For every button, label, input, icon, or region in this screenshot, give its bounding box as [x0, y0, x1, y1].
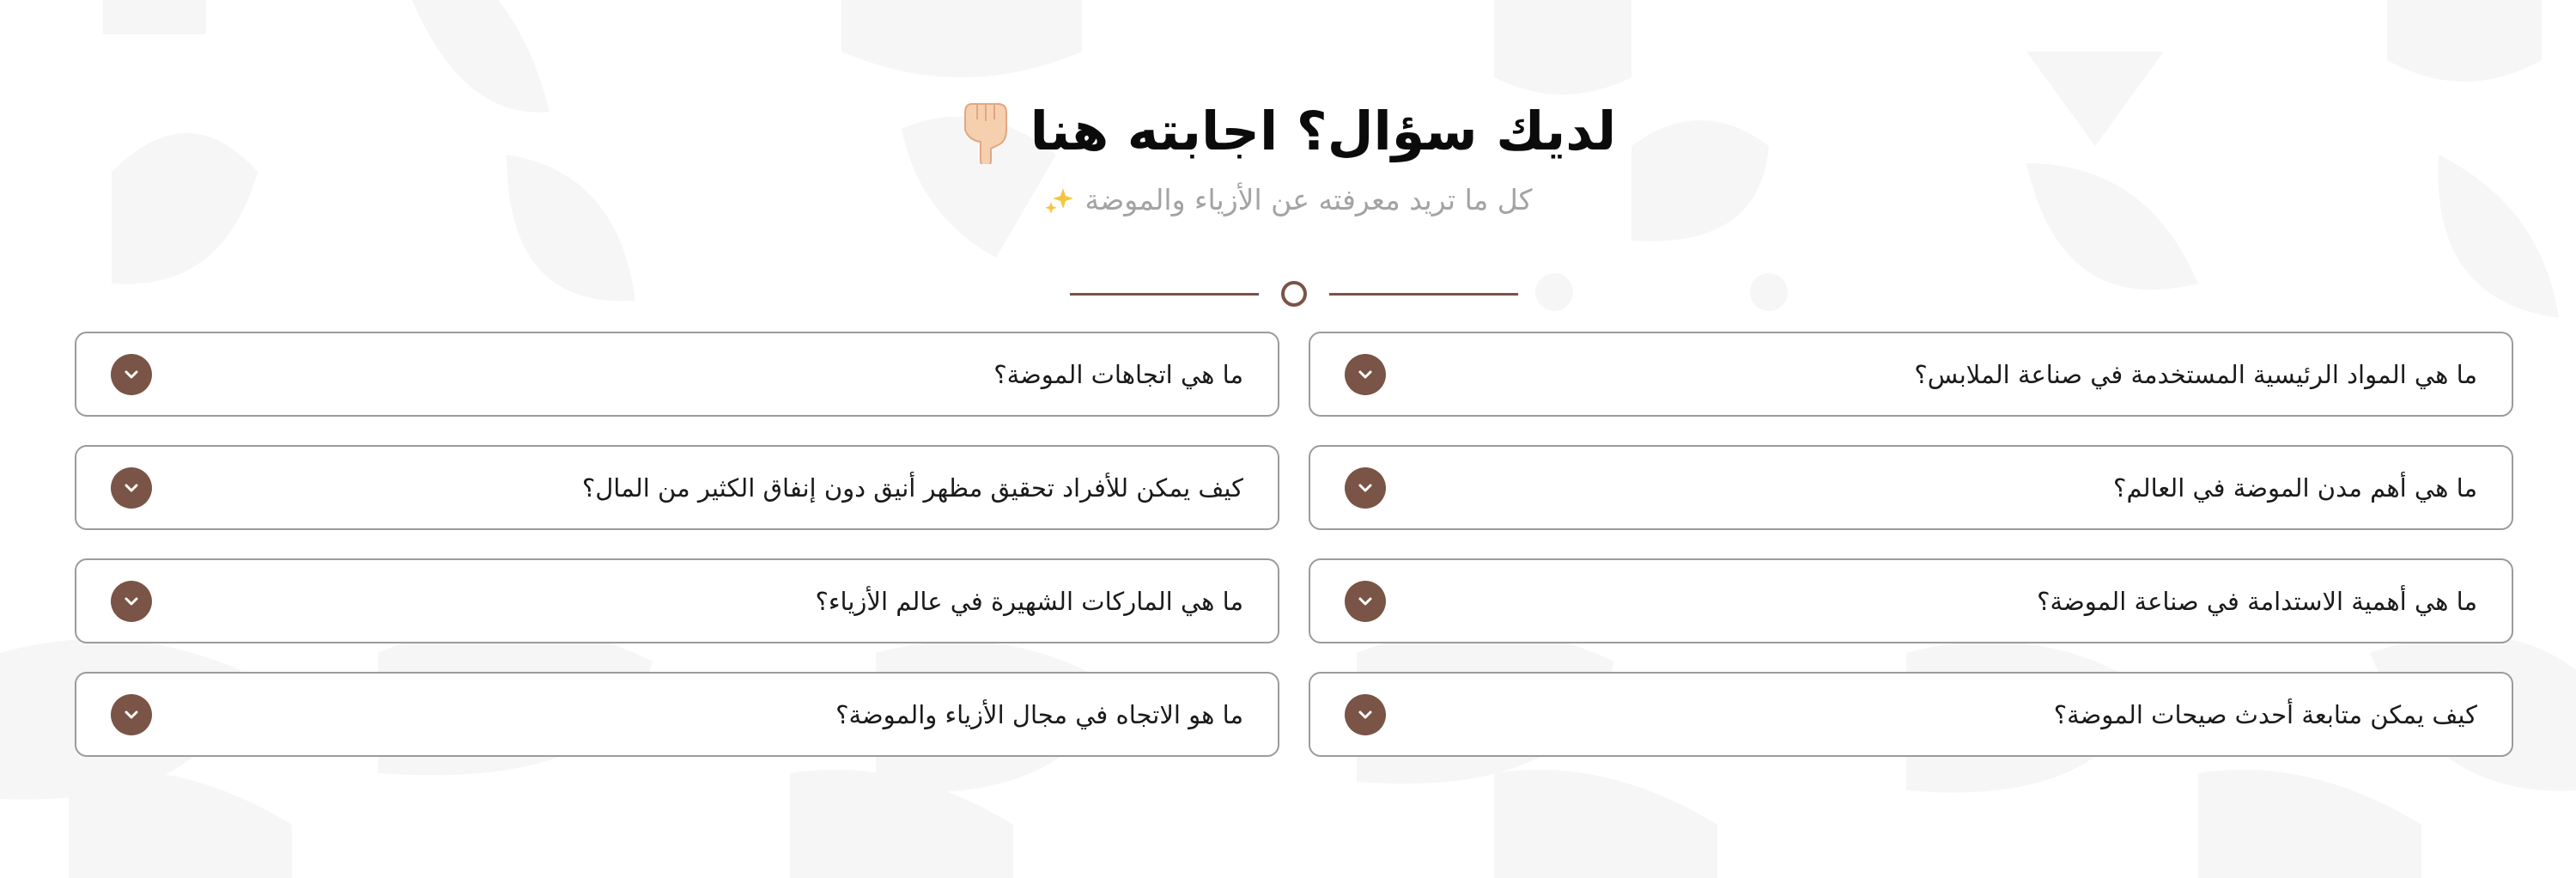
- faq-question: ما هي أهم مدن الموضة في العالم؟: [2113, 473, 2477, 503]
- faq-list: ما هي المواد الرئيسية المستخدمة في صناعة…: [75, 332, 2513, 757]
- faq-item[interactable]: ما هي اتجاهات الموضة؟: [75, 332, 1279, 417]
- title-text: لديك سؤال؟ اجابته هنا: [1030, 99, 1617, 162]
- faq-item[interactable]: ما هو الاتجاه في مجال الأزياء والموضة؟: [75, 672, 1279, 757]
- chevron-down-icon[interactable]: [111, 353, 152, 395]
- chevron-down-icon[interactable]: [1345, 466, 1386, 509]
- faq-header: لديك سؤال؟ اجابته هنا كل ما تريد معرفته …: [0, 99, 2576, 216]
- pointing-down-hand-icon: [960, 99, 1013, 168]
- chevron-down-icon[interactable]: [1345, 353, 1386, 395]
- divider-line-right: [1329, 293, 1518, 296]
- faq-question: ما هي اتجاهات الموضة؟: [993, 359, 1243, 389]
- faq-question: ما هي المواد الرئيسية المستخدمة في صناعة…: [1914, 359, 2477, 389]
- faq-question: كيف يمكن للأفراد تحقيق مظهر أنيق دون إنف…: [581, 473, 1243, 503]
- faq-item[interactable]: ما هي الماركات الشهيرة في عالم الأزياء؟: [75, 558, 1279, 643]
- faq-question: ما هي أهمية الاستدامة في صناعة الموضة؟: [2037, 586, 2477, 616]
- chevron-down-icon[interactable]: [111, 693, 152, 735]
- section-divider: [1070, 279, 1518, 308]
- page-title: لديك سؤال؟ اجابته هنا: [960, 99, 1617, 168]
- faq-question: ما هو الاتجاه في مجال الأزياء والموضة؟: [835, 699, 1243, 729]
- chevron-down-icon[interactable]: [111, 580, 152, 622]
- faq-question: كيف يمكن متابعة أحدث صيحات الموضة؟: [2053, 699, 2477, 729]
- chevron-down-icon[interactable]: [1345, 580, 1386, 622]
- faq-question: ما هي الماركات الشهيرة في عالم الأزياء؟: [815, 586, 1243, 616]
- faq-item[interactable]: ما هي المواد الرئيسية المستخدمة في صناعة…: [1309, 332, 2513, 417]
- faq-item[interactable]: كيف يمكن متابعة أحدث صيحات الموضة؟: [1309, 672, 2513, 757]
- faq-section: لديك سؤال؟ اجابته هنا كل ما تريد معرفته …: [0, 0, 2576, 878]
- subtitle-text: كل ما تريد معرفته عن الأزياء والموضة: [1084, 183, 1533, 216]
- faq-item[interactable]: ما هي أهم مدن الموضة في العالم؟: [1309, 445, 2513, 530]
- divider-ring: [1281, 281, 1307, 307]
- faq-item[interactable]: كيف يمكن للأفراد تحقيق مظهر أنيق دون إنف…: [75, 445, 1279, 530]
- faq-item[interactable]: ما هي أهمية الاستدامة في صناعة الموضة؟: [1309, 558, 2513, 643]
- chevron-down-icon[interactable]: [111, 466, 152, 509]
- page-subtitle: كل ما تريد معرفته عن الأزياء والموضة: [1044, 183, 1533, 216]
- divider-line-left: [1070, 293, 1259, 296]
- sparkles-icon: [1044, 185, 1075, 216]
- chevron-down-icon[interactable]: [1345, 693, 1386, 735]
